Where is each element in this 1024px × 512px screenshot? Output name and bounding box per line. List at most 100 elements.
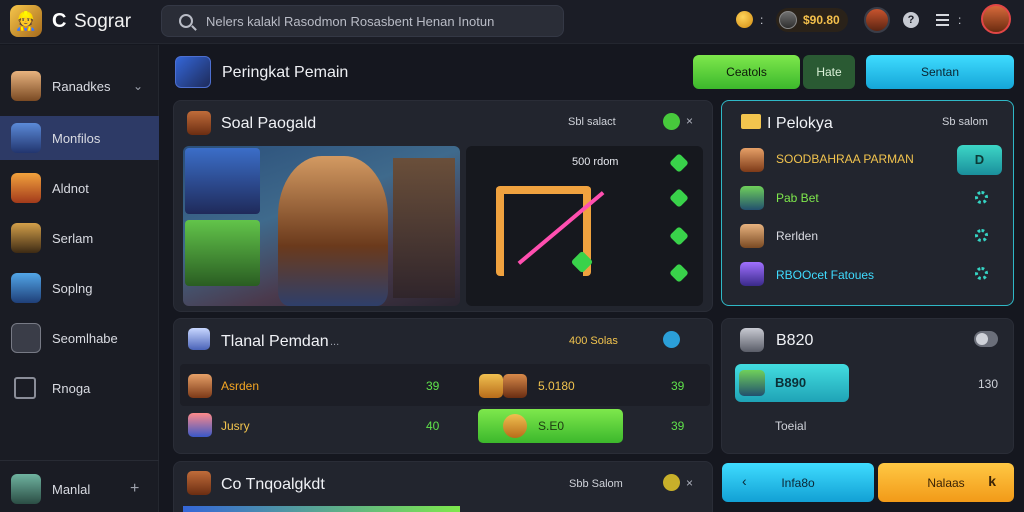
player-avatar-icon xyxy=(188,374,212,398)
list-icon xyxy=(188,328,210,350)
info-button[interactable]: ‹ Infa8o xyxy=(722,463,874,502)
score-icon xyxy=(740,328,764,352)
chevron-down-icon: ⌄ xyxy=(133,79,144,93)
app-logo-icon[interactable]: 👷 xyxy=(10,5,42,37)
sidebar-item-label: Seomlhabe xyxy=(52,330,118,346)
wallet-badge[interactable]: $90.80 xyxy=(776,8,848,32)
table-row[interactable] xyxy=(180,364,710,406)
score-sub-label: Toeial xyxy=(775,419,807,433)
add-icon[interactable]: + xyxy=(130,480,139,498)
top-bar: 👷 C Sograr : $90.80 ? : xyxy=(0,0,1024,44)
sidebar-item-monfilos[interactable]: Monfilos xyxy=(0,116,159,160)
bottom-panel-title: Co Tnqoalgkdt xyxy=(221,476,325,493)
gear-icon[interactable] xyxy=(975,191,988,204)
hero-icon xyxy=(11,223,41,253)
search-input[interactable] xyxy=(206,11,546,31)
gear-icon[interactable] xyxy=(975,267,988,280)
sidebar-item-manlal[interactable]: Manlal + xyxy=(0,467,159,511)
player-name: S.E0 xyxy=(538,419,565,433)
sidebar-item-label: Serlam xyxy=(52,230,94,246)
main-panel-meta: Sbl salact xyxy=(568,116,616,128)
arrow-icon: k xyxy=(988,473,996,489)
square-icon xyxy=(14,377,36,399)
sidebar-item-rnoga[interactable]: Rnoga xyxy=(0,366,159,410)
player-avatar-icon xyxy=(503,414,527,438)
score-pill-value: B890 xyxy=(775,375,807,390)
dark-action-button[interactable]: Hate xyxy=(803,55,855,89)
cyan-action-button[interactable]: Sentan xyxy=(866,55,1014,89)
hero-character-icon xyxy=(278,156,388,306)
reward-tile[interactable] xyxy=(466,146,703,306)
sidebar-item-serlam[interactable]: Serlam xyxy=(0,216,159,260)
player-score: 39 xyxy=(671,419,685,433)
chevron-left-icon: ‹ xyxy=(742,473,747,489)
orange-button-label: Nalaas xyxy=(927,475,965,490)
check-icon[interactable] xyxy=(663,113,680,130)
player-name: 5.0180 xyxy=(538,379,575,393)
player-name: Asrden xyxy=(221,379,260,393)
sidebar-item-label: Rnoga xyxy=(52,380,91,396)
player-avatar-icon xyxy=(740,224,764,248)
right-panel-meta: Sb salom xyxy=(942,116,988,128)
right-list-button[interactable]: D xyxy=(957,145,1002,175)
player-avatar-icon xyxy=(503,374,527,398)
sidebar-item-label: Ranadkes xyxy=(52,78,111,94)
close-icon[interactable]: × xyxy=(686,114,693,128)
close-icon[interactable]: × xyxy=(686,476,693,490)
bottom-panel-meta: Sbb Salom xyxy=(569,478,623,490)
sidebar-item-seomlhabe[interactable]: Seomlhabe xyxy=(0,316,159,360)
search-bar[interactable] xyxy=(161,5,564,37)
thumb-team-icon[interactable] xyxy=(185,220,260,286)
wallet-avatar-icon xyxy=(779,11,797,29)
menu-icon[interactable] xyxy=(936,14,949,26)
help-icon[interactable]: ? xyxy=(903,12,919,28)
right-list-item[interactable]: SOODBAHRAA PARMAN xyxy=(776,152,914,166)
list-panel-meta: 400 Solas xyxy=(569,335,618,347)
profile-avatar[interactable] xyxy=(981,4,1011,34)
user-avatar-icon xyxy=(11,474,41,504)
sword-icon xyxy=(739,370,765,396)
right-panel-title: I Pelokya xyxy=(767,115,833,132)
list-panel-title: Tlanal Pemdan xyxy=(221,333,329,350)
gear-icon[interactable] xyxy=(975,229,988,242)
score-pill[interactable]: B890 xyxy=(735,364,849,402)
info-icon[interactable] xyxy=(663,331,680,348)
page-title: Peringkat Pemain xyxy=(222,64,349,81)
score-value: B820 xyxy=(776,332,814,349)
quest-icon xyxy=(187,471,211,495)
sidebar-item-label: Monfilos xyxy=(52,130,101,146)
sidebar-item-label: Soplng xyxy=(52,280,93,296)
player-score: 39 xyxy=(426,379,440,393)
right-list-item[interactable]: Rerlden xyxy=(776,229,818,243)
green-action-button[interactable]: Ceatols xyxy=(693,55,800,89)
player-avatar-icon xyxy=(740,262,764,286)
sidebar-item-soplng[interactable]: Soplng xyxy=(0,266,159,310)
player-avatar-icon xyxy=(188,413,212,437)
coin-icon[interactable] xyxy=(663,474,680,491)
building-icon xyxy=(393,158,455,298)
search-icon xyxy=(179,14,193,28)
player-avatar-icon xyxy=(740,186,764,210)
right-list-item[interactable]: Pab Bet xyxy=(776,191,819,205)
mail-icon xyxy=(741,114,761,129)
coin-icon[interactable] xyxy=(736,11,753,28)
sidebar-item-ranadkes[interactable]: Ranadkes ⌄ xyxy=(0,64,159,108)
app-mark: C xyxy=(52,10,67,32)
player-name: Jusry xyxy=(221,419,250,433)
coin-dots: : xyxy=(760,13,764,27)
orange-action-button[interactable]: Nalaas k xyxy=(878,463,1014,502)
reward-tile-label: 500 rdom xyxy=(572,156,619,168)
star-icon xyxy=(669,226,689,246)
list-panel-ellipsis: ... xyxy=(330,336,340,348)
profile-icon xyxy=(11,123,41,153)
main-panel-title: Soal Paogald xyxy=(221,115,317,132)
leaderboard-icon xyxy=(175,56,211,88)
right-list-item[interactable]: RBOOcet Fatoues xyxy=(776,268,874,282)
friend-avatar[interactable] xyxy=(864,7,890,33)
star-icon xyxy=(669,263,689,283)
hero-artwork[interactable] xyxy=(183,146,460,306)
thumb-hero-icon[interactable] xyxy=(185,148,260,214)
score-toggle[interactable] xyxy=(974,331,998,347)
more-dots[interactable]: : xyxy=(958,13,961,27)
sidebar-item-aldnot[interactable]: Aldnot xyxy=(0,166,159,210)
